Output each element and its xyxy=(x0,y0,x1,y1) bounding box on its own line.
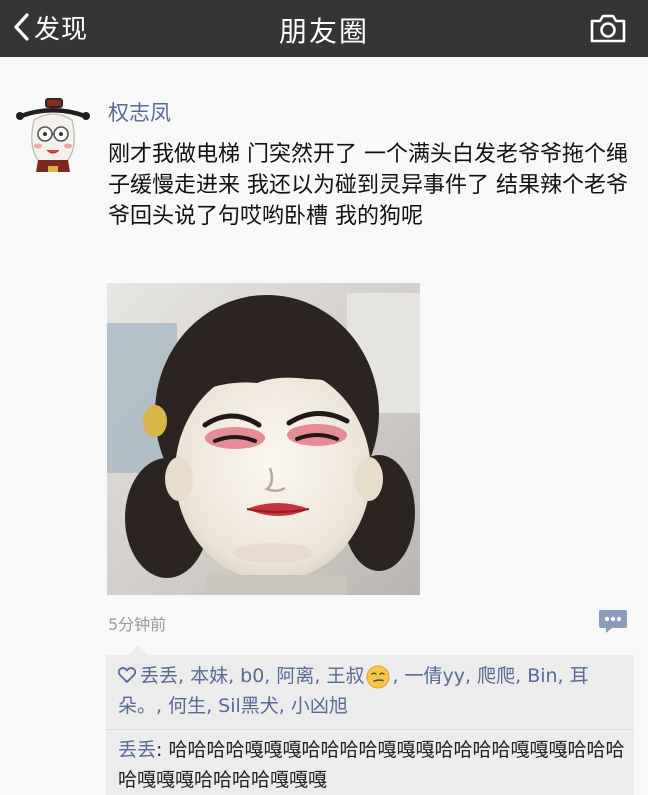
likes-names-part1[interactable]: 丢丢, 本妹, b0, 阿离, 王叔 xyxy=(140,665,364,687)
post-author[interactable]: 权志凤 xyxy=(108,97,171,127)
interactions-box: 丢丢, 本妹, b0, 阿离, 王叔 , 一倩yy, 爬爬, Bin, 耳朵。,… xyxy=(106,645,634,795)
post-text: 刚才我做电梯 门突然开了 一个满头白发老爷爷拖个绳子缓慢走进来 我还以为碰到灵异… xyxy=(108,142,628,229)
post-photo[interactable] xyxy=(107,283,420,595)
comment-author[interactable]: 丢丢 xyxy=(118,739,156,761)
navbar: 发现 朋友圈 xyxy=(0,0,648,57)
smirk-emoji-icon xyxy=(366,665,390,688)
avatar[interactable] xyxy=(14,94,92,174)
divider xyxy=(106,729,634,730)
moments-post: 权志凤 刚才我做电梯 门突然开了 一个满头白发老爷爷拖个绳子缓慢走进来 我还以为… xyxy=(0,57,648,795)
comment-icon xyxy=(599,610,627,633)
back-label: 发现 xyxy=(34,14,89,45)
likes-list: 丢丢, 本妹, b0, 阿离, 王叔 , 一倩yy, 爬爬, Bin, 耳朵。,… xyxy=(118,661,628,721)
heart-icon xyxy=(118,667,136,683)
camera-icon xyxy=(590,14,626,43)
post-timestamp: 5分钟前 xyxy=(108,615,167,634)
comment-item[interactable]: 丢丢: 哈哈哈哈嘎嘎嘎哈哈哈哈嘎嘎嘎哈哈哈哈嘎嘎嘎哈哈哈哈嘎嘎嘎哈哈哈哈嘎嘎嘎 xyxy=(118,735,628,795)
camera-button[interactable] xyxy=(588,8,628,48)
comment-separator: : xyxy=(156,739,169,761)
comment-text: 哈哈哈哈嘎嘎嘎哈哈哈哈嘎嘎嘎哈哈哈哈嘎嘎嘎哈哈哈哈嘎嘎嘎哈哈哈哈嘎嘎嘎 xyxy=(118,739,625,791)
chevron-left-icon xyxy=(14,13,29,41)
page-title: 朋友圈 xyxy=(278,15,369,48)
comment-button[interactable] xyxy=(598,609,628,633)
back-button[interactable]: 发现 xyxy=(12,7,88,47)
